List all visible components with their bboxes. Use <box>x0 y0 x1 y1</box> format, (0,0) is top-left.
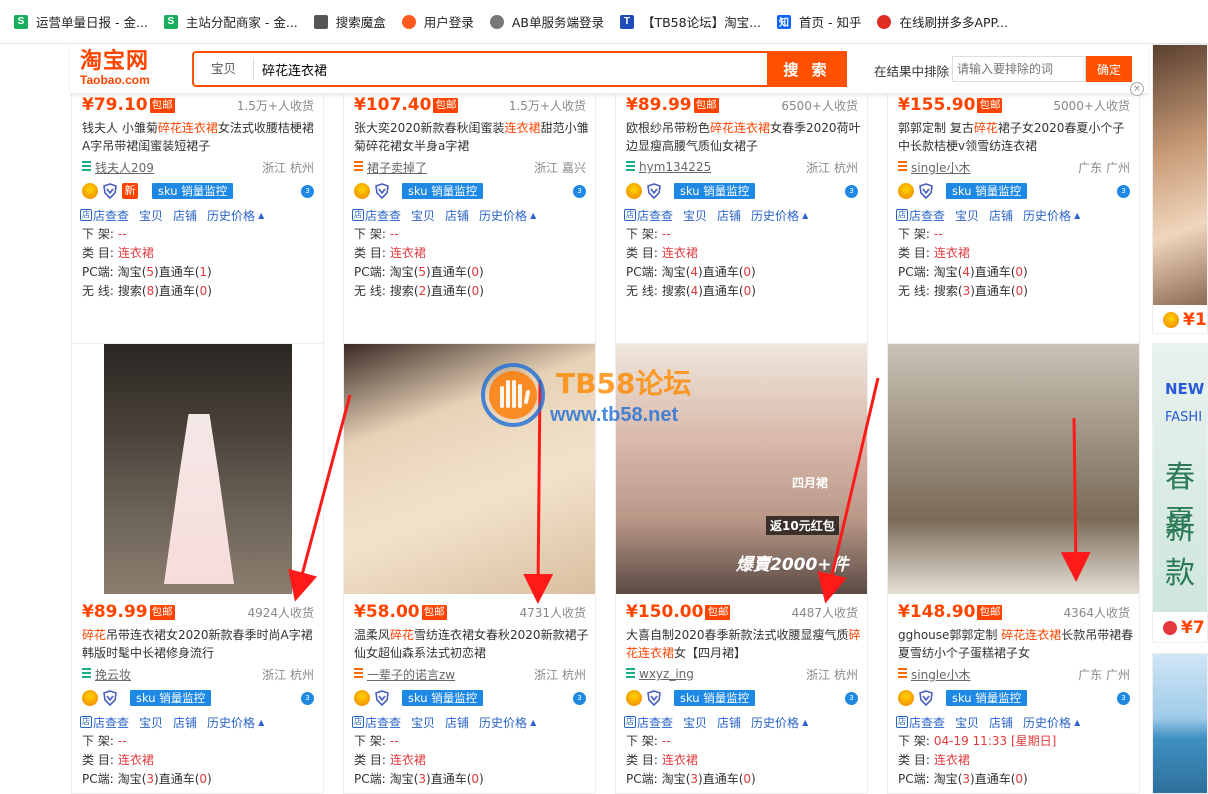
annotation-arrow <box>817 377 880 604</box>
annotation-arrow <box>288 394 352 602</box>
hand-logo-icon <box>481 363 545 427</box>
watermark-title: TB58论坛 <box>556 367 692 400</box>
annotation-arrow <box>1060 417 1091 582</box>
watermark-url: www.tb58.net <box>550 404 679 426</box>
tb58-watermark: TB58论坛 www.tb58.net <box>480 362 740 430</box>
